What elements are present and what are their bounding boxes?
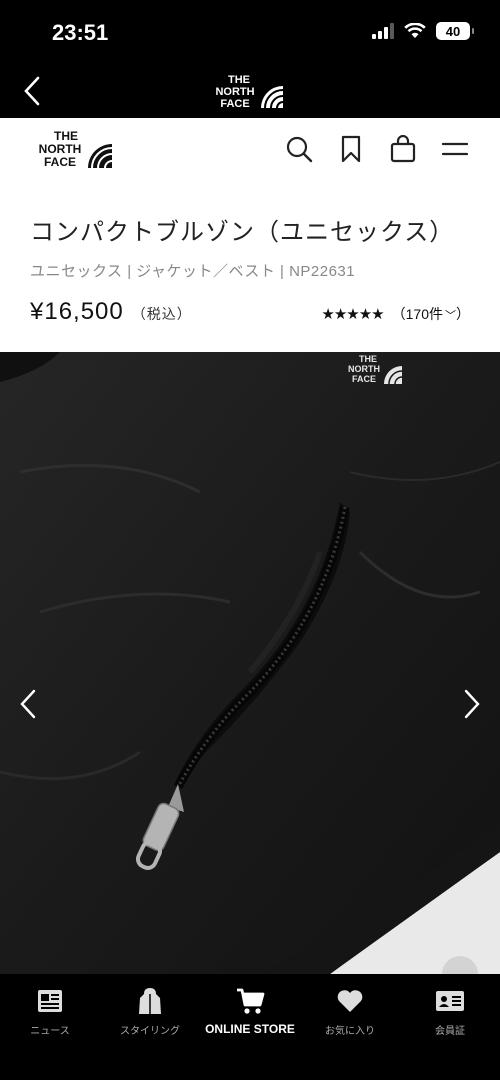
bookmark-icon: [341, 135, 361, 163]
news-icon: [35, 986, 65, 1016]
battery-icon: 40: [436, 22, 474, 40]
heart-icon: [335, 986, 365, 1016]
image-logo-line-2: NORTH: [348, 364, 380, 374]
status-time: 23:51: [52, 20, 109, 45]
site-header: THE NORTH FACE: [0, 118, 500, 182]
logo-line-1: THE: [228, 74, 250, 86]
tax-label: （税込）: [131, 306, 192, 322]
app-nav-bar: THE NORTH FACE: [0, 66, 500, 118]
tab-online-store[interactable]: ONLINE STORE: [200, 974, 300, 1080]
chevron-left-icon: [20, 689, 36, 719]
tab-favorites[interactable]: お気に入り: [300, 974, 400, 1080]
cart-icon: [235, 986, 265, 1016]
tab-label: スタイリング: [120, 1026, 180, 1037]
jacket-photo: THE NORTH FACE: [0, 352, 500, 974]
search-button[interactable]: [284, 134, 314, 164]
status-icons: 40: [372, 22, 474, 40]
price-value: ¥16,500: [30, 298, 124, 325]
menu-button[interactable]: [440, 134, 470, 164]
cart-button[interactable]: [388, 134, 418, 164]
logo-line-1: THE: [54, 129, 78, 143]
tab-member-card[interactable]: 会員証: [400, 974, 500, 1080]
battery-level: 40: [445, 23, 461, 39]
header-logo[interactable]: THE NORTH FACE: [30, 126, 122, 177]
product-price: ¥16,500 （税込）: [30, 298, 192, 326]
menu-icon: [441, 142, 469, 156]
carousel-next-button[interactable]: [460, 687, 484, 721]
product-meta: ユニセックス | ジャケット／ベスト | NP22631: [30, 263, 356, 280]
price-row: ¥16,500 （税込） ★★★★★ （170件 ﹀）: [30, 298, 470, 326]
north-face-logo: THE NORTH FACE: [215, 74, 284, 110]
review-count: （170件 ﹀）: [391, 306, 470, 322]
bottom-tab-bar: ニュース スタイリング ONLINE STORE お気に入り 会員証: [0, 974, 500, 1080]
logo-line-2: NORTH: [215, 86, 254, 98]
signal-icon: [372, 23, 394, 39]
image-logo-line-1: THE: [359, 354, 377, 364]
product-info: コンパクトブルゾン（ユニセックス） ユニセックス | ジャケット／ベスト | N…: [0, 182, 500, 352]
wifi-icon: [404, 23, 426, 38]
carousel-prev-button[interactable]: [16, 687, 40, 721]
tab-label: お気に入り: [325, 1026, 375, 1037]
tab-label: 会員証: [435, 1026, 465, 1037]
chevron-left-icon: [24, 76, 40, 106]
logo-line-3: FACE: [44, 155, 76, 169]
north-face-logo: THE NORTH FACE: [39, 129, 113, 169]
image-logo-line-3: FACE: [352, 374, 376, 384]
styling-icon: [135, 986, 165, 1016]
cart-icon: [390, 135, 416, 163]
tab-label: ONLINE STORE: [205, 1022, 295, 1036]
search-icon: [286, 136, 313, 163]
tab-news[interactable]: ニュース: [0, 974, 100, 1080]
chevron-right-icon: [464, 689, 480, 719]
back-button[interactable]: [18, 74, 48, 108]
rating-summary[interactable]: ★★★★★ （170件 ﹀）: [321, 304, 470, 324]
product-title: コンパクトブルゾン（ユニセックス）: [30, 219, 455, 246]
brand-logo[interactable]: THE NORTH FACE: [205, 70, 295, 119]
bookmark-button[interactable]: [336, 134, 366, 164]
chevron-down-icon: ﹀: [445, 310, 456, 322]
tab-label: ニュース: [30, 1026, 70, 1037]
star-rating: ★★★★★: [321, 306, 384, 323]
logo-line-2: NORTH: [39, 142, 82, 156]
logo-line-3: FACE: [220, 98, 249, 110]
review-count-text: （170件: [391, 306, 443, 322]
tab-styling[interactable]: スタイリング: [100, 974, 200, 1080]
product-image[interactable]: THE NORTH FACE: [0, 352, 500, 974]
member-card-icon: [435, 986, 465, 1016]
status-bar: 23:51 40: [0, 0, 500, 66]
header-icons: [284, 134, 470, 164]
